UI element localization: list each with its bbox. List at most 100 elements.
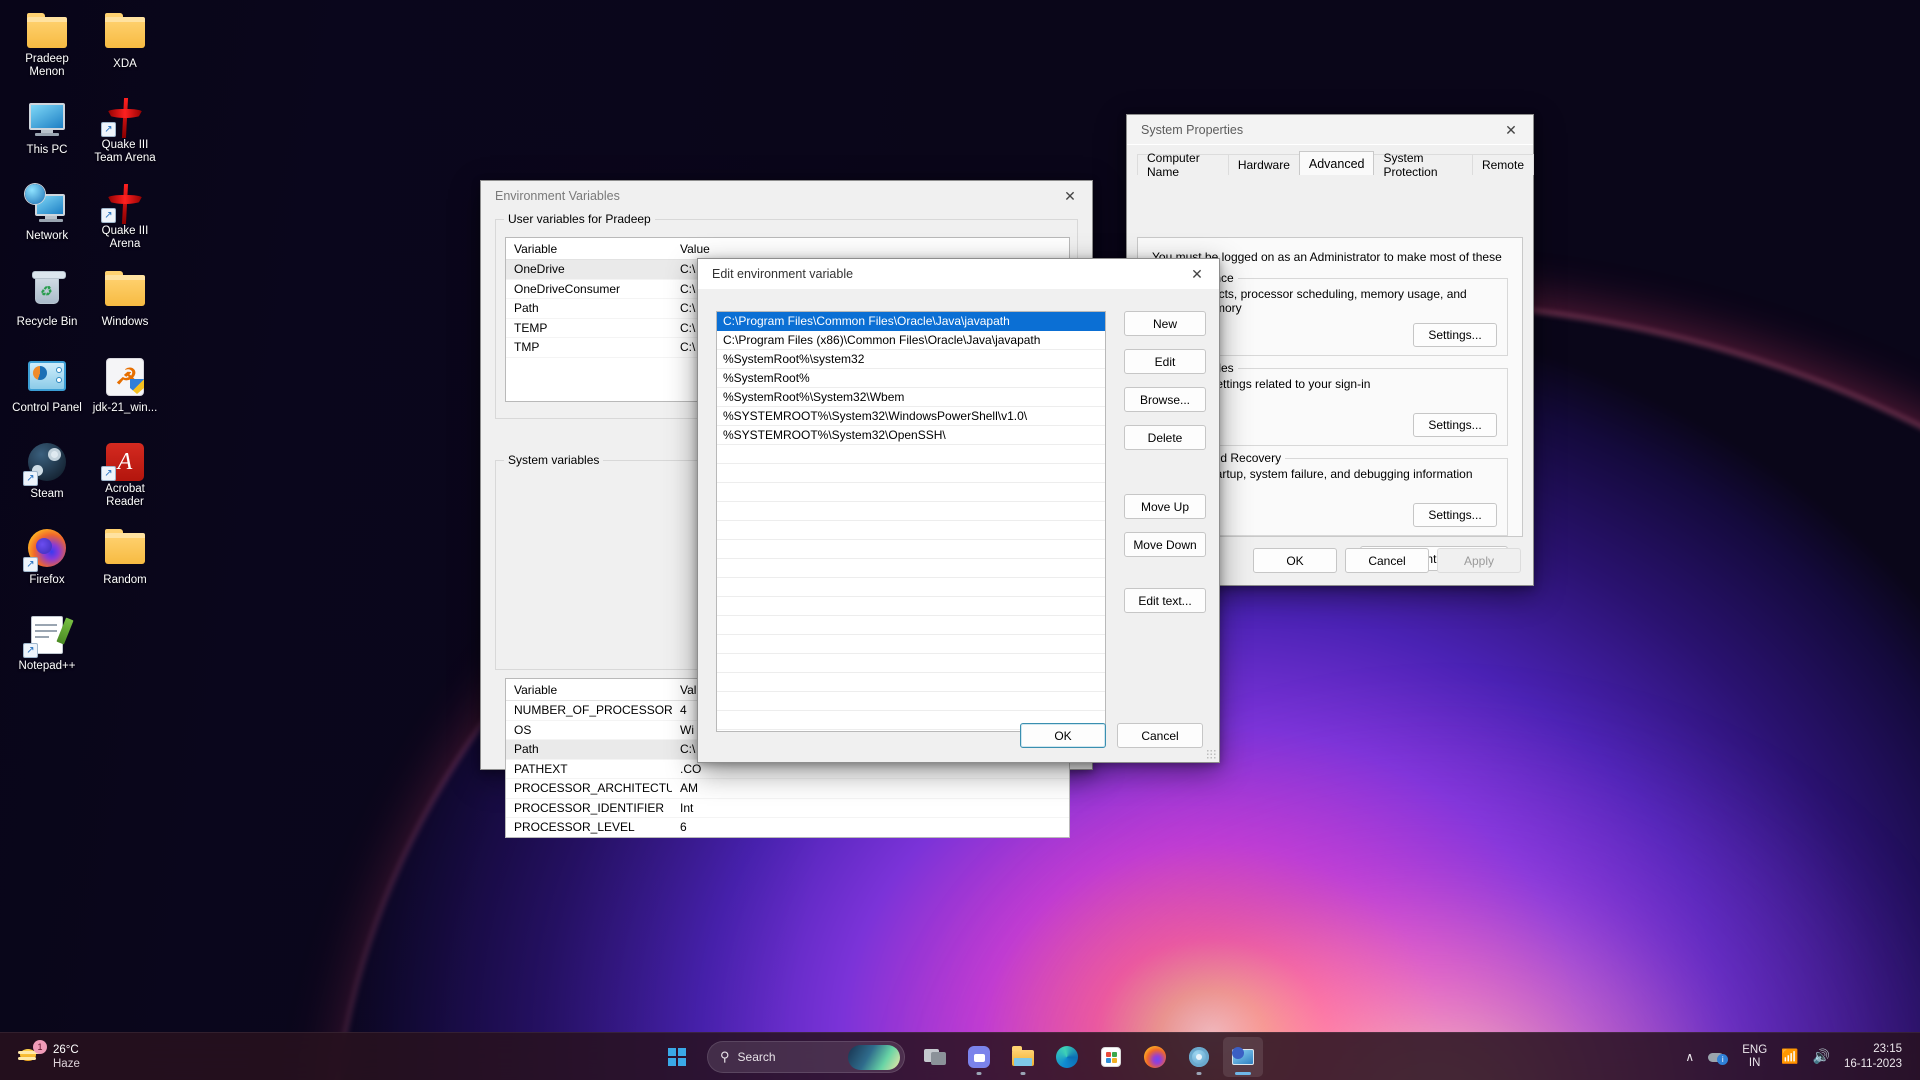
path-entry-row[interactable]: C:\Program Files\Common Files\Oracle\Jav… — [717, 312, 1105, 331]
wifi-icon[interactable]: 📶 — [1781, 1048, 1798, 1065]
weather-notification-badge: 1 — [33, 1040, 47, 1054]
path-entry-empty-row[interactable] — [717, 445, 1105, 464]
path-entry-empty-row[interactable] — [717, 559, 1105, 578]
path-entry-empty-row[interactable] — [717, 635, 1105, 654]
env-close-icon[interactable]: ✕ — [1048, 181, 1092, 211]
tab-label: Computer Name — [1147, 151, 1219, 179]
sysprop-tab-strip[interactable]: Computer NameHardwareAdvancedSystem Prot… — [1127, 151, 1533, 175]
desktop-icon-steam[interactable]: ↗Steam — [10, 436, 84, 512]
taskbar-item-store[interactable] — [1091, 1037, 1131, 1077]
sysprop-window-title: System Properties — [1141, 123, 1243, 137]
path-entry-row[interactable]: C:\Program Files (x86)\Common Files\Orac… — [717, 331, 1105, 350]
sysprop-cancel-button[interactable]: Cancel — [1345, 548, 1429, 573]
taskbar-center-cluster: ⚲ Search — [657, 1037, 1263, 1077]
desktop-icon-windows[interactable]: Windows — [88, 264, 162, 340]
tab-system-protection[interactable]: System Protection — [1373, 154, 1472, 175]
start-button[interactable] — [657, 1037, 697, 1077]
active-window-indicator — [1235, 1072, 1251, 1075]
edit-dialog-title: Edit environment variable — [712, 267, 853, 281]
env-window-titlebar[interactable]: Environment Variables ✕ — [481, 181, 1092, 211]
system-variable-value: Int — [672, 801, 1069, 815]
weather-widget[interactable]: 1 26°C Haze — [18, 1043, 80, 1071]
browse-button[interactable]: Browse... — [1124, 387, 1206, 412]
system-variable-row[interactable]: PROCESSOR_ARCHITECTUREAM — [506, 779, 1069, 799]
path-entry-empty-row[interactable] — [717, 521, 1105, 540]
path-entry-row[interactable]: %SystemRoot% — [717, 369, 1105, 388]
path-entry-row[interactable]: %SYSTEMROOT%\System32\OpenSSH\ — [717, 426, 1105, 445]
user-profiles-settings-button[interactable]: Settings... — [1413, 413, 1497, 437]
path-entry-empty-row[interactable] — [717, 654, 1105, 673]
desktop-icon-label: Control Panel — [12, 402, 82, 415]
path-entry-empty-row[interactable] — [717, 616, 1105, 635]
desktop-icon-quake-iii-arena[interactable]: ↗Quake III Arena — [88, 178, 162, 254]
path-entry-empty-row[interactable] — [717, 673, 1105, 692]
taskbar-item-edge[interactable] — [1047, 1037, 1087, 1077]
column-header-value: Value — [672, 242, 1069, 256]
desktop-icon-pradeep-menon[interactable]: Pradeep Menon — [10, 6, 84, 82]
tab-hardware[interactable]: Hardware — [1228, 154, 1300, 175]
edge-icon — [1055, 1045, 1079, 1069]
system-variable-value: 6 — [672, 820, 1069, 834]
search-box[interactable]: ⚲ Search — [707, 1041, 905, 1073]
language-indicator[interactable]: ENG IN — [1742, 1044, 1767, 1070]
taskbar-item-settings[interactable] — [1179, 1037, 1219, 1077]
desktop-icon-jdk-21-win[interactable]: ☭jdk-21_win... — [88, 350, 162, 426]
tray-chevron-up-icon[interactable]: ∧ — [1685, 1050, 1694, 1064]
path-entries-listbox[interactable]: C:\Program Files\Common Files\Oracle\Jav… — [716, 311, 1106, 732]
taskbar-item-task-view[interactable] — [915, 1037, 955, 1077]
taskbar-item-firefox[interactable] — [1135, 1037, 1175, 1077]
desktop-icon-firefox[interactable]: ↗Firefox — [10, 522, 84, 598]
path-entry-empty-row[interactable] — [717, 692, 1105, 711]
desktop-icon-acrobat-reader[interactable]: A↗Acrobat Reader — [88, 436, 162, 512]
path-entry-empty-row[interactable] — [717, 502, 1105, 521]
weather-text: 26°C Haze — [53, 1043, 80, 1071]
move-up-button[interactable]: Move Up — [1124, 494, 1206, 519]
delete-button[interactable]: Delete — [1124, 425, 1206, 450]
desktop-icon-network[interactable]: Network — [10, 178, 84, 254]
path-entry-row[interactable]: %SystemRoot%\system32 — [717, 350, 1105, 369]
system-variable-row[interactable]: PROCESSOR_LEVEL6 — [506, 818, 1069, 838]
desktop-icon-xda[interactable]: XDA — [88, 6, 162, 82]
edit-dialog-close-icon[interactable]: ✕ — [1175, 259, 1219, 289]
taskbar-item-file-explorer[interactable] — [1003, 1037, 1043, 1077]
path-entry-row[interactable]: %SystemRoot%\System32\Wbem — [717, 388, 1105, 407]
move-down-button[interactable]: Move Down — [1124, 532, 1206, 557]
taskbar-item-teams[interactable] — [959, 1037, 999, 1077]
edit-environment-variable-dialog[interactable]: Edit environment variable ✕ C:\Program F… — [697, 258, 1220, 763]
startup-recovery-settings-button[interactable]: Settings... — [1413, 503, 1497, 527]
tab-computer-name[interactable]: Computer Name — [1137, 154, 1229, 175]
performance-settings-button[interactable]: Settings... — [1413, 323, 1497, 347]
user-variables-label: User variables for Pradeep — [504, 212, 655, 226]
windows-logo-icon — [668, 1048, 686, 1066]
path-entry-empty-row[interactable] — [717, 464, 1105, 483]
desktop-icon-notepad[interactable]: ↗Notepad++ — [10, 608, 84, 684]
desktop-icon-quake-iii-team-arena[interactable]: ↗Quake III Team Arena — [88, 92, 162, 168]
resize-grip[interactable] — [1206, 749, 1216, 759]
desktop-icon-random[interactable]: Random — [88, 522, 162, 598]
path-entry-empty-row[interactable] — [717, 597, 1105, 616]
path-entry-empty-row[interactable] — [717, 483, 1105, 502]
clock[interactable]: 23:15 16-11-2023 — [1844, 1042, 1902, 1072]
path-entry-row[interactable]: %SYSTEMROOT%\System32\WindowsPowerShell\… — [717, 407, 1105, 426]
path-entry-empty-row[interactable] — [717, 578, 1105, 597]
sysprop-titlebar[interactable]: System Properties ✕ — [1127, 115, 1533, 145]
taskbar-item-system-properties[interactable] — [1223, 1037, 1263, 1077]
new-button[interactable]: New — [1124, 311, 1206, 336]
system-variable-row[interactable]: PROCESSOR_IDENTIFIERInt — [506, 799, 1069, 819]
desktop-icon-control-panel[interactable]: Control Panel — [10, 350, 84, 426]
search-placeholder: Search — [738, 1050, 776, 1064]
edit-text-button[interactable]: Edit text... — [1124, 588, 1206, 613]
path-entry-empty-row[interactable] — [717, 540, 1105, 559]
speaker-icon[interactable]: 🔊 — [1813, 1048, 1830, 1065]
sysprop-close-icon[interactable]: ✕ — [1489, 115, 1533, 145]
desktop-icon-this-pc[interactable]: This PC — [10, 92, 84, 168]
edit-dialog-titlebar[interactable]: Edit environment variable ✕ — [698, 259, 1219, 289]
edit-button[interactable]: Edit — [1124, 349, 1206, 374]
onedrive-cloud-icon[interactable]: i — [1708, 1049, 1728, 1065]
desktop-icon-recycle-bin[interactable]: ♻Recycle Bin — [10, 264, 84, 340]
tab-advanced[interactable]: Advanced — [1299, 151, 1375, 175]
edit-dialog-ok-button[interactable]: OK — [1020, 723, 1106, 748]
sysprop-ok-button[interactable]: OK — [1253, 548, 1337, 573]
tab-remote[interactable]: Remote — [1472, 154, 1534, 175]
edit-dialog-cancel-button[interactable]: Cancel — [1117, 723, 1203, 748]
